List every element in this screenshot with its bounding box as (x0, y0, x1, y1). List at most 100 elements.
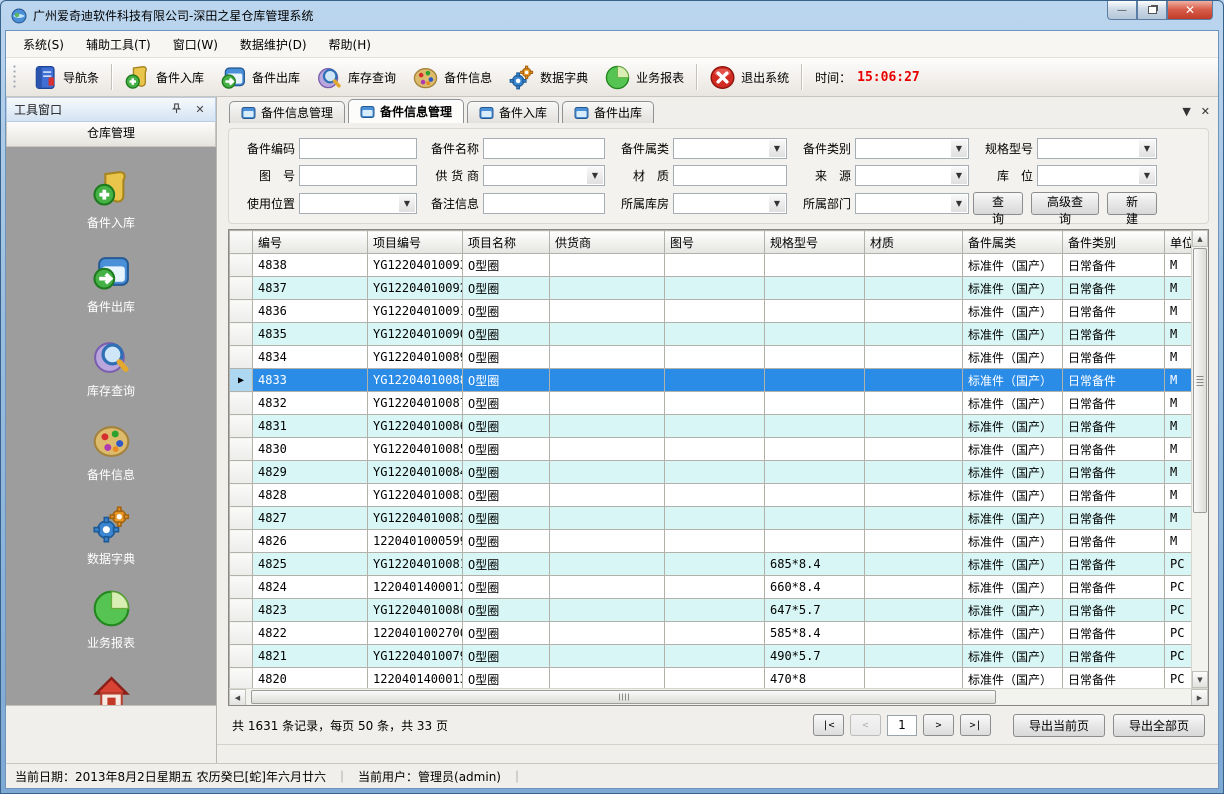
tab-list-dropdown-icon[interactable]: ▼ (1182, 105, 1190, 118)
toolbar-button-3[interactable]: 库存查询 (309, 61, 403, 94)
sidebar-item-0[interactable]: 备件入库 (36, 163, 186, 236)
sidebar-close-icon[interactable]: ✕ (192, 103, 208, 116)
tab-3[interactable]: 备件出库 (562, 101, 654, 123)
scroll-up-icon[interactable]: ▲ (1192, 230, 1208, 247)
tab-0[interactable]: 备件信息管理 (229, 101, 345, 123)
cell (665, 254, 765, 277)
table-row[interactable]: 4831YG12204010086O型圈标准件（国产）日常备件M (230, 415, 1192, 438)
sidebar-item-5[interactable]: 业务报表 (36, 583, 186, 656)
menu-item-2[interactable]: 窗口(W) (162, 32, 229, 57)
sidebar-item-1[interactable]: 备件出库 (36, 247, 186, 320)
table-row[interactable]: 4821YG12204010079O型圈490*5.7标准件（国产）日常备件PC (230, 645, 1192, 668)
first-page-button[interactable]: |< (813, 714, 844, 736)
sidebar-group-warehouse[interactable]: 仓库管理 (6, 122, 216, 147)
form-select-1-1[interactable]: ▼ (483, 165, 605, 186)
table-row[interactable]: 4827YG12204010082O型圈标准件（国产）日常备件M (230, 507, 1192, 530)
cell: O型圈 (463, 346, 550, 369)
scroll-left-icon[interactable]: ◀ (229, 689, 246, 706)
export-current-page-button[interactable]: 导出当前页 (1013, 714, 1105, 737)
form-select-0-2[interactable]: ▼ (673, 138, 787, 159)
column-header-7[interactable]: 备件属类 (963, 231, 1063, 254)
toolbar-button-1[interactable]: 备件入库 (117, 61, 211, 94)
last-page-button[interactable]: >| (960, 714, 991, 736)
table-row[interactable]: 4830YG12204010085O型圈标准件（国产）日常备件M (230, 438, 1192, 461)
table-row[interactable]: 4828YG12204010083O型圈标准件（国产）日常备件M (230, 484, 1192, 507)
table-row[interactable]: ▶4833YG12204010088O型圈标准件（国产）日常备件M (230, 369, 1192, 392)
form-input-1-0[interactable] (299, 165, 417, 186)
form-select-2-2[interactable]: ▼ (673, 193, 787, 214)
sidebar-item-4[interactable]: 数据字典 (36, 499, 186, 572)
toolbar-button-0[interactable]: 导航条 (24, 61, 106, 94)
title-bar: 广州爱奇迪软件科技有限公司-深田之星仓库管理系统 — ✕ (5, 1, 1219, 30)
column-header-5[interactable]: 规格型号 (765, 231, 865, 254)
menu-item-1[interactable]: 辅助工具(T) (75, 32, 162, 57)
next-page-button[interactable]: > (923, 714, 954, 736)
export-all-pages-button[interactable]: 导出全部页 (1113, 714, 1205, 737)
page-number-input[interactable] (887, 715, 917, 736)
minimize-button[interactable]: — (1107, 1, 1137, 20)
column-header-2[interactable]: 项目名称 (463, 231, 550, 254)
cell: O型圈 (463, 461, 550, 484)
column-header-8[interactable]: 备件类别 (1063, 231, 1165, 254)
scroll-right-icon[interactable]: ▶ (1191, 689, 1208, 706)
tab-1[interactable]: 备件信息管理 (348, 99, 464, 123)
table-row[interactable]: 4837YG12204010092O型圈标准件（国产）日常备件M (230, 277, 1192, 300)
toolbar-button-7[interactable]: 退出系统 (702, 61, 796, 94)
form-select-0-4[interactable]: ▼ (1037, 138, 1157, 159)
advanced-query-button[interactable]: 高级查询 (1031, 192, 1099, 215)
prev-page-button[interactable]: < (850, 714, 881, 736)
form-input-1-2[interactable] (673, 165, 787, 186)
restore-button[interactable] (1137, 1, 1167, 20)
table-row[interactable]: 4838YG12204010093O型圈标准件（国产）日常备件M (230, 254, 1192, 277)
table-row[interactable]: 4834YG12204010089O型圈标准件（国产）日常备件M (230, 346, 1192, 369)
column-header-3[interactable]: 供货商 (550, 231, 665, 254)
table-row[interactable]: 4832YG12204010087O型圈标准件（国产）日常备件M (230, 392, 1192, 415)
form-select-1-4[interactable]: ▼ (1037, 165, 1157, 186)
form-select-2-3[interactable]: ▼ (855, 193, 969, 214)
table-row[interactable]: 48221220401002700O型圈585*8.4标准件（国产）日常备件PC (230, 622, 1192, 645)
table-row[interactable]: 4835YG12204010090O型圈标准件（国产）日常备件M (230, 323, 1192, 346)
table-row[interactable]: 48261220401000599O型圈标准件（国产）日常备件M (230, 530, 1192, 553)
menu-item-0[interactable]: 系统(S) (12, 32, 75, 57)
form-select-0-3[interactable]: ▼ (855, 138, 969, 159)
column-header-0[interactable]: 编号 (253, 231, 368, 254)
column-header-9[interactable]: 单位 (1165, 231, 1192, 254)
cell: O型圈 (463, 668, 550, 689)
column-header-6[interactable]: 材质 (865, 231, 963, 254)
close-button[interactable]: ✕ (1167, 1, 1213, 20)
table-row[interactable]: 4823YG12204010080O型圈647*5.7标准件（国产）日常备件PC (230, 599, 1192, 622)
pin-icon[interactable] (168, 103, 184, 117)
form-input-2-1[interactable] (483, 193, 605, 214)
sidebar-item-label: 备件出库 (87, 298, 135, 315)
column-header-1[interactable]: 项目编号 (368, 231, 463, 254)
form-input-0-1[interactable] (483, 138, 605, 159)
new-button[interactable]: 新建 (1107, 192, 1157, 215)
table-row[interactable]: 4829YG12204010084O型圈标准件（国产）日常备件M (230, 461, 1192, 484)
vertical-scroll-thumb[interactable] (1193, 248, 1207, 513)
toolbar-button-6[interactable]: 业务报表 (597, 61, 691, 94)
toolbar-button-2[interactable]: 备件出库 (213, 61, 307, 94)
horizontal-scroll-thumb[interactable] (251, 690, 996, 704)
table-row[interactable]: 48201220401400013O型圈470*8标准件（国产）日常备件PC (230, 668, 1192, 689)
sidebar-item-6[interactable]: 库房管理 (36, 667, 186, 705)
form-input-0-0[interactable] (299, 138, 417, 159)
tab-close-icon[interactable]: ✕ (1201, 105, 1210, 118)
sidebar-item-3[interactable]: 备件信息 (36, 415, 186, 488)
toolbar-button-4[interactable]: 备件信息 (405, 61, 499, 94)
toolbar-button-5[interactable]: 数据字典 (501, 61, 595, 94)
menu-item-4[interactable]: 帮助(H) (318, 32, 382, 57)
form-select-2-0[interactable]: ▼ (299, 193, 417, 214)
column-header-4[interactable]: 图号 (665, 231, 765, 254)
query-button[interactable]: 查询 (973, 192, 1023, 215)
menu-item-3[interactable]: 数据维护(D) (229, 32, 318, 57)
scroll-down-icon[interactable]: ▼ (1192, 671, 1208, 688)
sidebar-item-2[interactable]: 库存查询 (36, 331, 186, 404)
horizontal-scrollbar[interactable]: ◀ ▶ (229, 688, 1208, 705)
table-row[interactable]: 4836YG12204010091O型圈标准件（国产）日常备件M (230, 300, 1192, 323)
form-select-1-3[interactable]: ▼ (855, 165, 969, 186)
table-row[interactable]: 4825YG12204010081O型圈685*8.4标准件（国产）日常备件PC (230, 553, 1192, 576)
table-row[interactable]: 48241220401400012O型圈660*8.4标准件（国产）日常备件PC (230, 576, 1192, 599)
toolbar-drag-handle-icon[interactable] (12, 64, 17, 90)
vertical-scrollbar[interactable]: ▲ ▼ (1191, 230, 1208, 688)
tab-2[interactable]: 备件入库 (467, 101, 559, 123)
